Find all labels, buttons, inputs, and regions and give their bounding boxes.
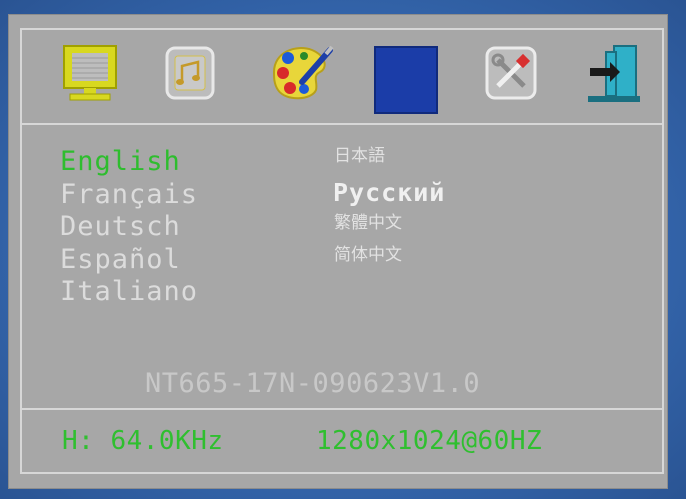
language-option-simplified-chinese[interactable]: 简体中文 bbox=[334, 247, 402, 264]
tools-icon[interactable] bbox=[484, 42, 538, 104]
menu-divider-bottom bbox=[22, 408, 662, 410]
horizontal-frequency: H: 64.0KHz bbox=[62, 426, 224, 456]
language-option-espanol[interactable]: Español bbox=[60, 246, 181, 273]
exit-icon[interactable] bbox=[584, 42, 644, 104]
firmware-version: NT665-17N-090623V1.0 bbox=[145, 368, 481, 399]
color-palette-icon[interactable] bbox=[266, 42, 336, 104]
language-option-japanese[interactable]: 日本語 bbox=[334, 148, 385, 165]
monitor-icon[interactable] bbox=[60, 42, 120, 104]
language-option-english[interactable]: English bbox=[60, 148, 181, 175]
resolution-refresh-rate: 1280x1024@60HZ bbox=[316, 426, 543, 456]
menu-divider-top bbox=[22, 123, 662, 125]
language-option-russian[interactable]: Русский bbox=[333, 180, 445, 205]
language-option-traditional-chinese[interactable]: 繁體中文 bbox=[334, 215, 402, 232]
language-option-francais[interactable]: Français bbox=[60, 181, 198, 208]
audio-icon[interactable] bbox=[164, 42, 216, 104]
language-option-deutsch[interactable]: Deutsch bbox=[60, 213, 181, 240]
language-option-italiano[interactable]: Italiano bbox=[60, 278, 198, 305]
language-tab-icon[interactable] bbox=[374, 46, 438, 114]
